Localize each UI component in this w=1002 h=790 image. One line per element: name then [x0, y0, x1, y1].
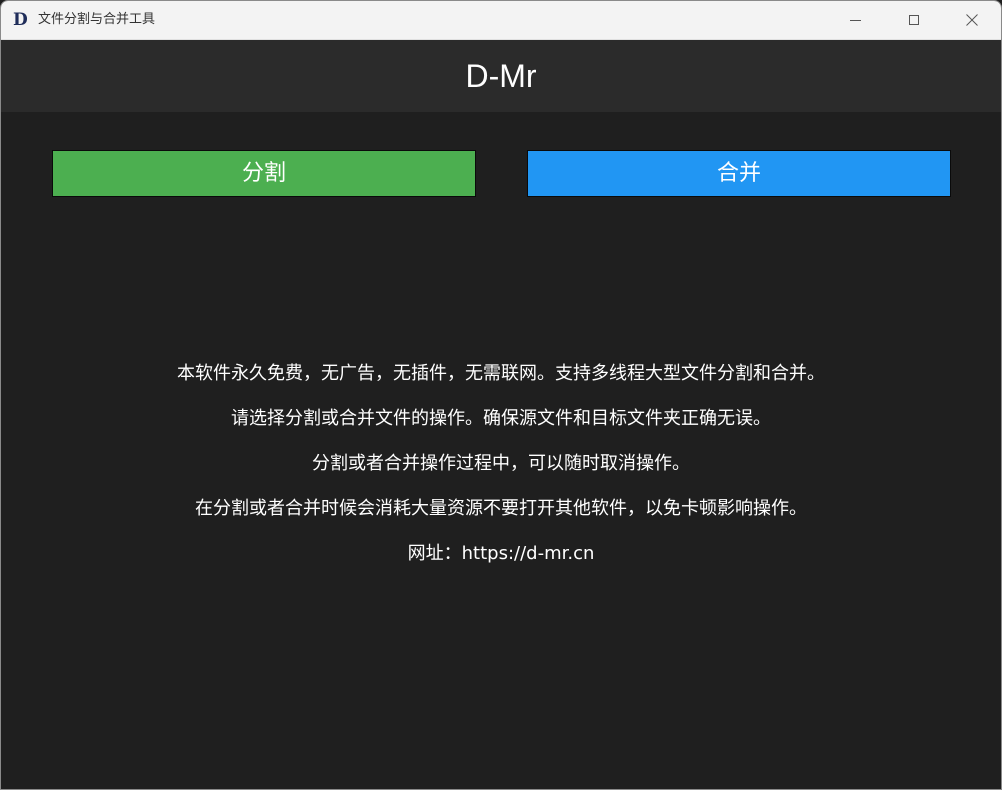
app-logo-icon: D: [13, 10, 28, 30]
maximize-icon: [909, 15, 919, 25]
close-icon: [966, 14, 978, 26]
window-title: 文件分割与合并工具: [38, 12, 156, 27]
close-button[interactable]: [943, 1, 1001, 39]
minimize-icon: [850, 20, 861, 21]
info-text: 本软件永久免费，无广告，无插件，无需联网。支持多线程大型文件分割和合并。 请选择…: [1, 359, 1001, 584]
minimize-button[interactable]: [827, 1, 885, 39]
app-window: D 文件分割与合并工具 D-Mr 分割 合并 本软件永久免费，无广告，无插件，无…: [0, 0, 1002, 790]
info-line-resources: 在分割或者合并时候会消耗大量资源不要打开其他软件，以免卡顿影响操作。: [195, 498, 807, 519]
info-line-cancel: 分割或者合并操作过程中，可以随时取消操作。: [312, 453, 690, 474]
info-line-website: 网址：https://d-mr.cn: [407, 543, 595, 564]
merge-button[interactable]: 合并: [527, 150, 951, 197]
split-button[interactable]: 分割: [52, 150, 476, 197]
brand-title: D-Mr: [465, 58, 537, 94]
maximize-button[interactable]: [885, 1, 943, 39]
info-line-free: 本软件永久免费，无广告，无插件，无需联网。支持多线程大型文件分割和合并。: [177, 363, 825, 384]
title-bar[interactable]: D 文件分割与合并工具: [1, 1, 1001, 40]
info-line-select: 请选择分割或合并文件的操作。确保源文件和目标文件夹正确无误。: [231, 408, 771, 429]
app-header: D-Mr: [1, 40, 1001, 112]
